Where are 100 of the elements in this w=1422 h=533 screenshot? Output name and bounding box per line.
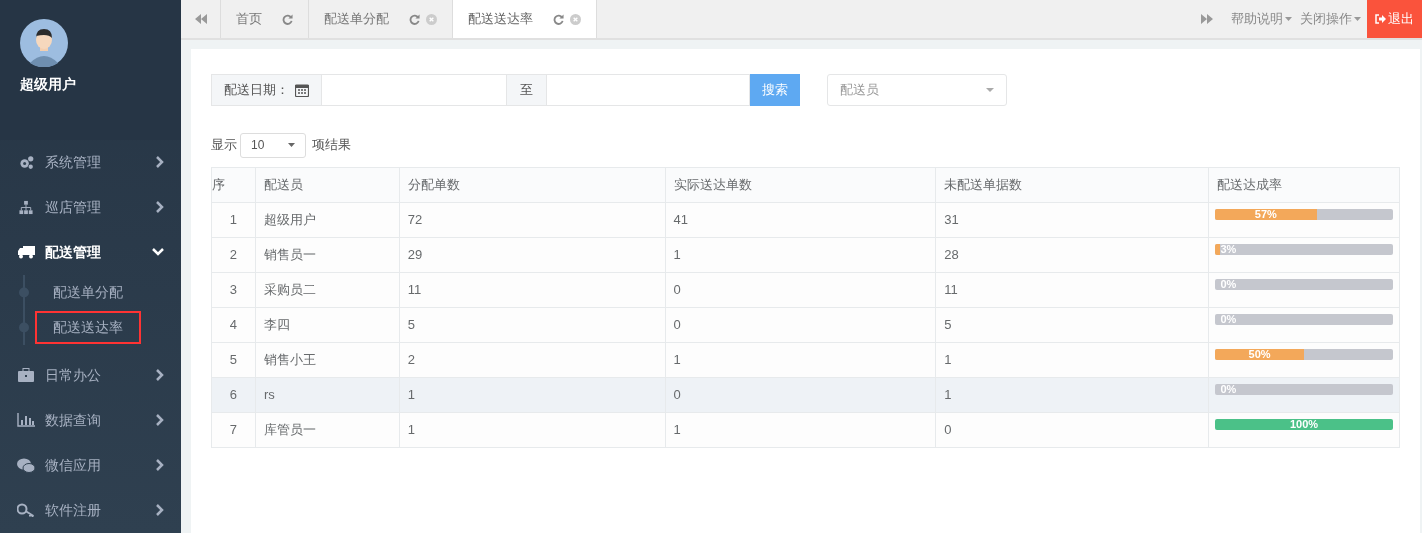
column-header: 配送员: [255, 167, 400, 203]
table-cell: 2: [211, 237, 256, 273]
table-cell: 库管员一: [255, 412, 400, 448]
menu-item[interactable]: 巡店管理: [0, 184, 181, 230]
table-cell: 6: [211, 377, 256, 413]
exit-icon: [1375, 14, 1386, 24]
table-cell: 3: [211, 272, 256, 308]
progress-label: 57%: [1253, 209, 1278, 220]
table-cell: 5: [211, 342, 256, 378]
table-row[interactable]: 7 库管员一 1 1 0 100%: [211, 412, 1400, 448]
caret-icon: [1285, 17, 1292, 21]
calendar-icon: [295, 83, 309, 97]
chevron-right-icon: [156, 504, 164, 517]
timeline-drawing: [19, 274, 29, 345]
table-cell: 1: [935, 377, 1209, 413]
menu-item[interactable]: 软件注册: [0, 487, 181, 533]
chevron-right-icon: [156, 369, 164, 382]
dropdown-menu[interactable]: 关闭操作: [1296, 0, 1365, 38]
progress-label: 50%: [1247, 349, 1272, 360]
table-cell: 11: [935, 272, 1209, 308]
table-row[interactable]: 6 rs 1 0 1 0%: [211, 377, 1400, 413]
table-cell: 李四: [255, 307, 400, 343]
menu-item[interactable]: 配送管理: [0, 229, 181, 275]
close-icon[interactable]: [570, 13, 581, 25]
sitemap-icon: [17, 199, 35, 215]
refresh-icon[interactable]: [282, 13, 293, 25]
table-cell: 5: [399, 307, 666, 343]
table-cell: 72: [399, 202, 666, 238]
table-cell: 采购员二: [255, 272, 400, 308]
key-icon: [17, 503, 35, 518]
table-cell: 2: [399, 342, 666, 378]
avatar-icon: [20, 19, 68, 67]
table-cell: 1: [665, 412, 936, 448]
table-cell: 29: [399, 237, 666, 273]
column-header: 实际送达单数: [665, 167, 936, 203]
table-cell: 28: [935, 237, 1209, 273]
table-cell: 0: [665, 307, 936, 343]
briefcase-icon: [17, 368, 35, 383]
table-cell: 销售小王: [255, 342, 400, 378]
table-cell: 1: [399, 377, 666, 413]
chevron-right-icon: [156, 156, 164, 169]
user-name: 超级用户: [20, 75, 77, 94]
table-cell: 销售员一: [255, 237, 400, 273]
date-input-field[interactable]: [547, 74, 750, 106]
chevron-right-icon: [156, 414, 164, 427]
table-cell: 4: [211, 307, 256, 343]
table-cell: 1: [665, 237, 936, 273]
table-row[interactable]: 2 销售员一 29 1 28 3%: [211, 237, 1400, 273]
dropdown-menu[interactable]: 帮助说明: [1227, 0, 1296, 38]
submenu-item[interactable]: 配送送达率: [37, 312, 139, 342]
page-size-label: 项结果: [312, 136, 351, 155]
table-row[interactable]: 1 超级用户 72 41 31 57%: [211, 202, 1400, 238]
table-cell: 41: [665, 202, 936, 238]
table-cell: 0: [665, 377, 936, 413]
menu-item[interactable]: 系统管理: [0, 139, 181, 185]
column-header: 序: [211, 167, 256, 203]
table-row[interactable]: 5 销售小王 2 1 1 50%: [211, 342, 1400, 378]
table-row[interactable]: 4 李四 5 0 5 0%: [211, 307, 1400, 343]
table-cell: 超级用户: [255, 202, 400, 238]
column-header: 分配单数: [399, 167, 666, 203]
table-cell: 0: [665, 272, 936, 308]
table-cell: 31: [935, 202, 1209, 238]
refresh-icon[interactable]: [553, 13, 564, 25]
date-label: 配送日期：: [211, 74, 322, 106]
table-cell: 0: [935, 412, 1209, 448]
menu-item[interactable]: 日常办公: [0, 352, 181, 398]
table-cell: 1: [665, 342, 936, 378]
refresh-icon[interactable]: [409, 13, 420, 25]
menu-item[interactable]: 微信应用: [0, 442, 181, 488]
table-cell: 11: [399, 272, 666, 308]
progress-label: 3%: [1220, 244, 1237, 255]
caret-icon: [986, 88, 994, 92]
column-header: 配送达成率: [1208, 167, 1400, 203]
menu-item[interactable]: 数据查询: [0, 397, 181, 443]
column-header: 未配送单据数: [935, 167, 1209, 203]
table-row[interactable]: 3 采购员二 11 0 11 0%: [211, 272, 1400, 308]
table-cell: 5: [935, 307, 1209, 343]
date-input-field[interactable]: [322, 74, 507, 106]
chevron-right-icon: [156, 201, 164, 214]
progress-label: 0%: [1220, 279, 1237, 290]
page-size-select[interactable]: 10: [240, 132, 306, 158]
truck-icon: [17, 245, 35, 260]
submenu-item[interactable]: 配送单分配: [37, 277, 139, 307]
progress-label: 0%: [1220, 314, 1237, 325]
logout-button[interactable]: 退出: [1367, 0, 1422, 38]
chat-bubbles-icon: [17, 457, 35, 473]
table-cell: 7: [211, 412, 256, 448]
page-size-label: 显示: [211, 136, 237, 155]
table-cell: 1: [211, 202, 256, 238]
bar-chart-icon: [17, 413, 35, 428]
caret-icon: [288, 143, 295, 147]
close-icon[interactable]: [426, 13, 437, 25]
tab[interactable]: 首页: [221, 0, 309, 38]
courier-select[interactable]: 配送员: [827, 74, 1007, 106]
gears-icon: [17, 154, 35, 170]
tab[interactable]: 配送送达率: [453, 0, 597, 38]
progress-label: 100%: [1289, 419, 1320, 430]
table-cell: 1: [935, 342, 1209, 378]
chevron-down-icon: [152, 248, 164, 257]
to-label: 至: [507, 74, 547, 106]
